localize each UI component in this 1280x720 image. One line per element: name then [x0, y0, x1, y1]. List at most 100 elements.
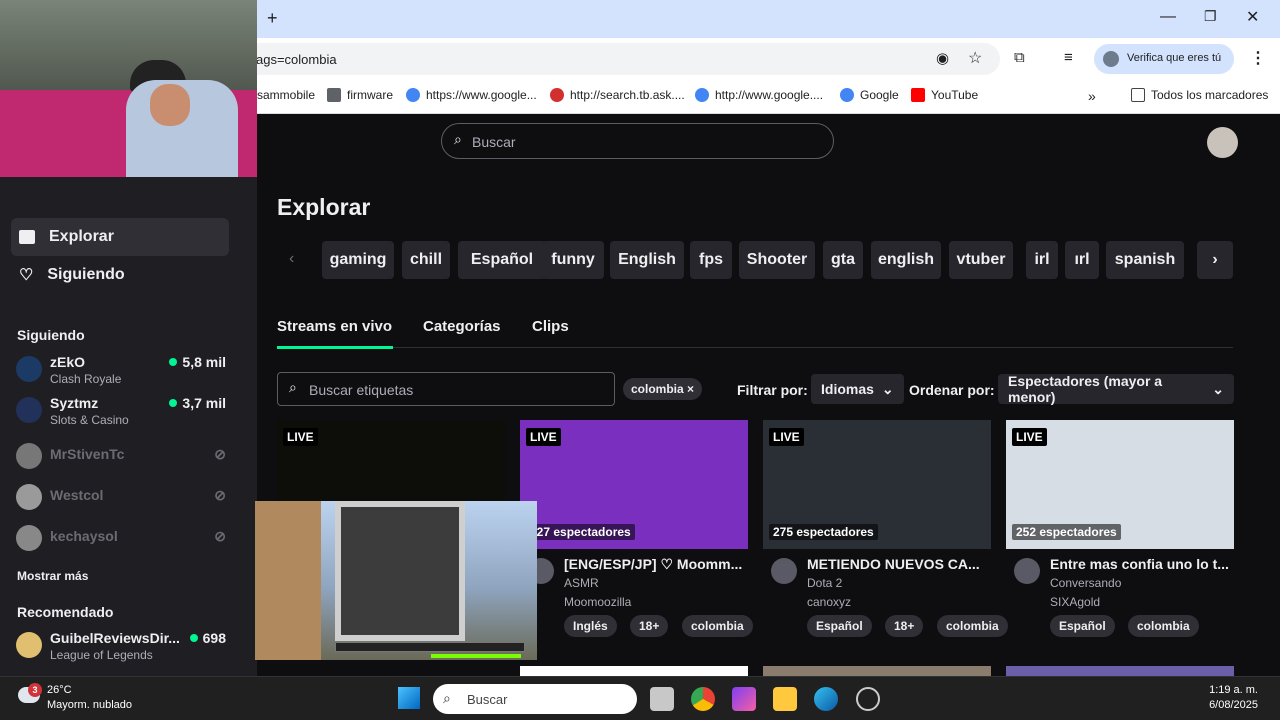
nav-explorar[interactable]: Explorar	[11, 218, 229, 256]
stream-title[interactable]: [ENG/ESP/JP] ♡ Moomm...	[564, 556, 748, 573]
stream-game[interactable]: Dota 2	[807, 576, 842, 590]
chip-5[interactable]: fps	[690, 241, 732, 279]
taskbar-search[interactable]: ⌕ Buscar	[433, 684, 637, 714]
channel-game: Slots & Casino	[50, 413, 129, 427]
stream-channel[interactable]: SIXAgold	[1050, 595, 1100, 609]
nav-siguiendo[interactable]: ♡ Siguiendo	[11, 256, 229, 294]
bookmark-label: Google	[860, 88, 899, 102]
heart-icon: ♡	[19, 267, 34, 284]
tab-2[interactable]: Clips	[532, 318, 569, 335]
weather-badge: 3	[28, 683, 42, 697]
search-input[interactable]: ⌕ Buscar	[441, 123, 834, 159]
tag-pill[interactable]: colombia	[682, 615, 753, 637]
obs-icon[interactable]	[856, 687, 880, 711]
stream-thumbnail[interactable]: LIVE 252 espectadores	[1006, 420, 1234, 549]
weather-temp: 26°C	[47, 684, 72, 696]
avatar	[16, 397, 42, 423]
channel-zeko[interactable]: zEkO Clash Royale 5,8 mil	[16, 352, 226, 392]
show-more-link[interactable]: Mostrar más	[17, 569, 88, 583]
tag-pill[interactable]: 18+	[630, 615, 669, 637]
tag-pill[interactable]: colombia	[937, 615, 1008, 637]
star-icon[interactable]: ☆	[968, 48, 982, 68]
edge-icon[interactable]	[814, 687, 838, 711]
extensions-icon[interactable]: ⧉	[1014, 49, 1025, 66]
channel-avatar[interactable]	[771, 558, 797, 584]
bookmark-youtube[interactable]: YouTube	[911, 88, 978, 102]
menu-icon[interactable]: ⋮	[1250, 48, 1266, 68]
eye-off-icon[interactable]: ◉	[936, 49, 949, 67]
tag-pill[interactable]: Español	[807, 615, 872, 637]
channel-westcol[interactable]: Westcol ⊘	[16, 480, 226, 520]
tab-0[interactable]: Streams en vivo	[277, 318, 392, 335]
stream-title[interactable]: Entre mas confia uno lo t...	[1050, 556, 1234, 572]
chip-11[interactable]: ırl	[1065, 241, 1099, 279]
tag-search-input[interactable]: ⌕ Buscar etiquetas	[277, 372, 615, 406]
offline-icon: ⊘	[214, 528, 226, 544]
chip-10[interactable]: irl	[1026, 241, 1058, 279]
chip-2[interactable]: Español	[458, 241, 546, 279]
live-badge: LIVE	[1012, 428, 1047, 446]
sort-dropdown[interactable]: Espectadores (mayor a menor) ⌄	[998, 373, 1234, 405]
bookmark-google-2[interactable]: http://www.google....	[695, 88, 823, 102]
stream-thumbnail[interactable]: LIVE 275 espectadores	[763, 420, 991, 549]
profile-button[interactable]: Verifica que eres tú	[1094, 44, 1234, 74]
tag-pill[interactable]: Español	[1050, 615, 1115, 637]
thumbnail-peek	[520, 666, 748, 676]
viewers-text: 3,7 mil	[182, 395, 226, 411]
user-avatar[interactable]	[1207, 127, 1238, 158]
stream-channel[interactable]: canoxyz	[807, 595, 851, 609]
live-dot	[169, 399, 178, 407]
chrome-icon[interactable]	[691, 687, 715, 711]
chip-0[interactable]: gaming	[322, 241, 394, 279]
channel-syztmz[interactable]: Syztmz Slots & Casino 3,7 mil	[16, 393, 226, 433]
task-view-icon[interactable]	[650, 687, 674, 711]
channel-mrstiventc[interactable]: MrStivenTc ⊘	[16, 439, 226, 479]
chip-9[interactable]: vtuber	[949, 241, 1013, 279]
channel-kechaysol[interactable]: kechaysol ⊘	[16, 521, 226, 561]
chip-6[interactable]: Shooter	[739, 241, 815, 279]
copilot-icon[interactable]	[732, 687, 756, 711]
all-bookmarks[interactable]: Todos los marcadores	[1131, 88, 1268, 102]
omnibox[interactable]: ags=colombia ◉ ☆	[240, 43, 1000, 75]
restore-icon[interactable]: ❐	[1204, 8, 1217, 25]
new-tab-button[interactable]: +	[267, 8, 278, 29]
tag-pill[interactable]: Inglés	[564, 615, 617, 637]
chevron-right-icon[interactable]: ›	[1197, 241, 1233, 279]
stream-thumbnail[interactable]: LIVE 327 espectadores	[520, 420, 748, 549]
file-explorer-icon[interactable]	[773, 687, 797, 711]
chip-3[interactable]: funny	[542, 241, 604, 279]
active-filter-chip[interactable]: colombia ×	[623, 378, 703, 400]
chevron-left-icon[interactable]: ‹	[289, 250, 294, 268]
all-bookmarks-label: Todos los marcadores	[1151, 88, 1269, 102]
tag-pill[interactable]: 18+	[885, 615, 924, 637]
close-icon[interactable]: ✕	[1246, 7, 1259, 27]
stream-card[interactable]: LIVE 275 espectadores METIENDO NUEVOS CA..…	[763, 420, 1008, 637]
more-bookmarks-icon[interactable]: »	[1088, 88, 1096, 104]
tab-1[interactable]: Categorías	[423, 318, 501, 335]
channel-guibel[interactable]: GuibelReviewsDir... League of Legends 69…	[16, 628, 226, 668]
channel-avatar[interactable]	[1014, 558, 1040, 584]
chip-7[interactable]: gta	[823, 241, 863, 279]
minimize-icon[interactable]: —	[1160, 8, 1176, 26]
stream-title[interactable]: METIENDO NUEVOS CA...	[807, 556, 991, 572]
chip-12[interactable]: spanish	[1106, 241, 1184, 279]
tag-pill[interactable]: colombia	[1128, 615, 1199, 637]
stream-channel[interactable]: Moomoozilla	[564, 595, 631, 609]
chip-8[interactable]: english	[871, 241, 941, 279]
stream-card[interactable]: LIVE 252 espectadores Entre mas confia uno…	[1006, 420, 1234, 637]
bookmark-ask[interactable]: http://search.tb.ask....	[550, 88, 685, 102]
media-icon[interactable]: ≡	[1064, 49, 1073, 66]
bookmark-google-3[interactable]: Google	[840, 88, 899, 102]
filter-dropdown[interactable]: Idiomas ⌄	[811, 374, 904, 404]
bookmark-sammobile[interactable]: sammobile	[257, 88, 315, 102]
stream-game[interactable]: Conversando	[1050, 576, 1121, 590]
chip-4[interactable]: English	[610, 241, 684, 279]
bookmark-label: http://www.google....	[715, 88, 824, 102]
bookmark-firmware[interactable]: firmware	[327, 88, 393, 102]
stream-card[interactable]: LIVE 327 espectadores [ENG/ESP/JP] ♡ Moomm…	[520, 420, 753, 637]
stream-game[interactable]: ASMR	[564, 576, 599, 590]
bookmark-google-1[interactable]: https://www.google...	[406, 88, 537, 102]
tag-search-placeholder: Buscar etiquetas	[309, 382, 414, 398]
windows-start-icon[interactable]	[398, 687, 420, 709]
chip-1[interactable]: chill	[402, 241, 450, 279]
